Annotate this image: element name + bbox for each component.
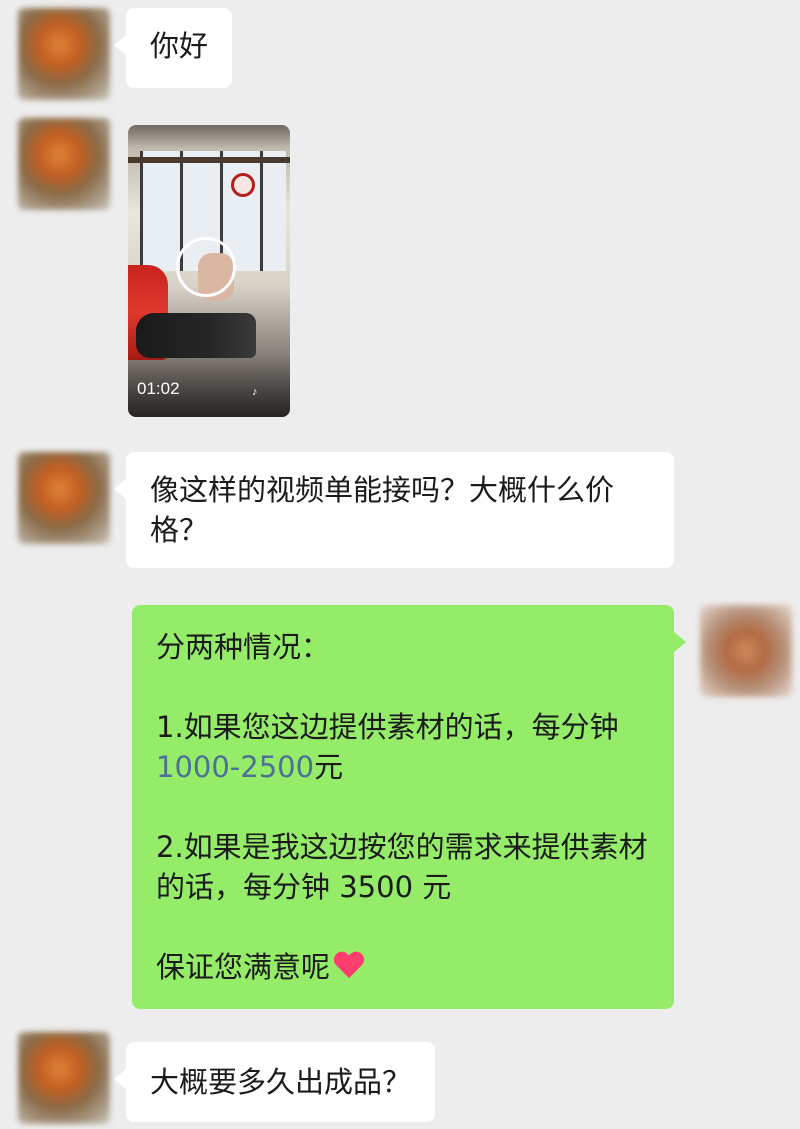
video-focus-ring	[176, 237, 236, 297]
video-scene-frame	[128, 157, 290, 163]
message-bubble-incoming[interactable]: 你好	[113, 8, 233, 88]
option-1-suffix: 元	[314, 750, 344, 784]
tiktok-icon: ♪	[252, 386, 258, 398]
video-scene-emblem	[231, 173, 255, 197]
video-scene-groom	[136, 313, 256, 358]
message-bubble-incoming[interactable]: 大概要多久出成品？	[113, 1042, 436, 1122]
message-text: 大概要多久出成品？	[150, 1065, 412, 1099]
closing-text: 保证您满意呢	[156, 950, 331, 984]
heart-emoji-icon	[334, 951, 364, 981]
message-option-2: 2.如果是我这边按您的需求来提供素材的话，每分钟 3500 元	[156, 830, 648, 904]
option-1-prefix: 1.如果您这边提供素材的话，每分钟	[156, 710, 619, 744]
video-duration: 01:02	[137, 379, 180, 398]
contact-avatar[interactable]	[18, 118, 110, 210]
contact-avatar[interactable]	[18, 452, 110, 544]
message-text: 你好	[150, 29, 209, 63]
contact-avatar[interactable]	[18, 8, 110, 100]
message-bubble-incoming[interactable]: 像这样的视频单能接吗？大概什么价格？	[114, 452, 674, 568]
contact-avatar[interactable]	[18, 1032, 110, 1124]
option-1-price-link[interactable]: 1000-2500	[156, 750, 314, 784]
message-closing: 保证您满意呢	[156, 947, 650, 987]
video-message-thumbnail[interactable]: 01:02 ♪	[128, 125, 290, 417]
message-bubble-outgoing[interactable]: 分两种情况： 1.如果您这边提供素材的话，每分钟 1000-2500元 2.如果是…	[132, 605, 686, 1009]
message-text: 像这样的视频单能接吗？大概什么价格？	[150, 473, 615, 547]
message-option-1: 1.如果您这边提供素材的话，每分钟 1000-2500元	[156, 707, 650, 787]
my-avatar[interactable]	[700, 605, 792, 697]
message-intro: 分两种情况：	[156, 630, 331, 664]
